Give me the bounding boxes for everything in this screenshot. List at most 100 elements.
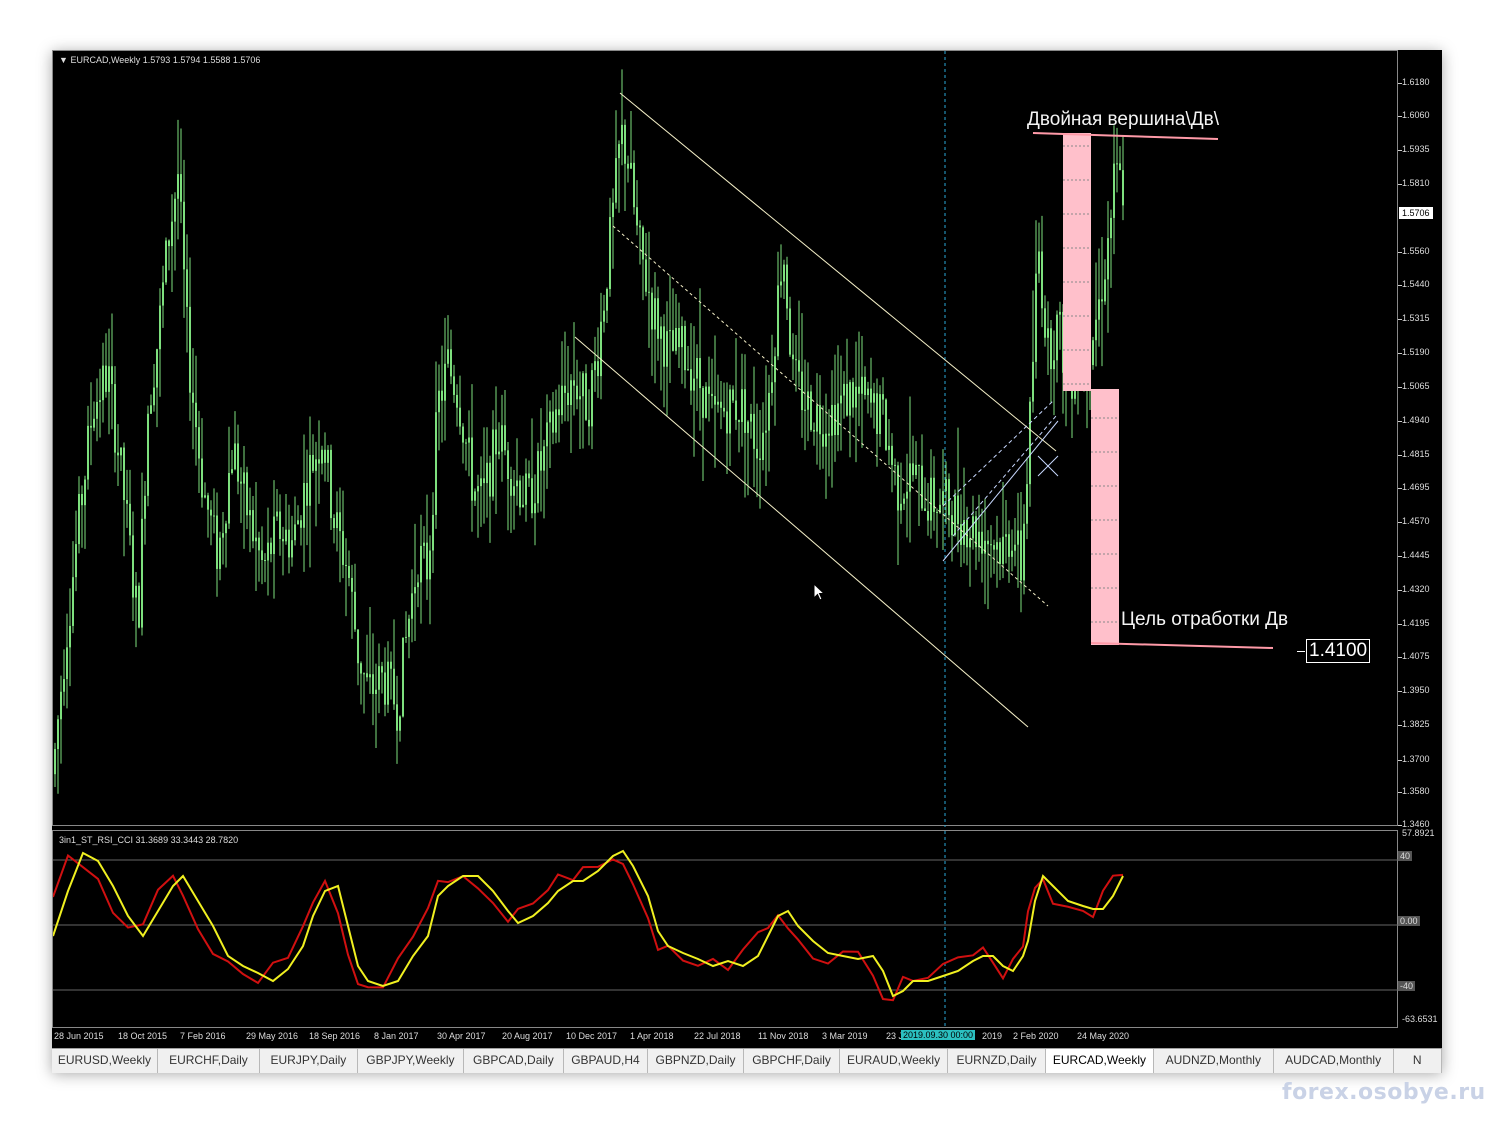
- chart-tab[interactable]: GBPNZD,Daily: [648, 1049, 745, 1073]
- date-axis[interactable]: 24 May 2020 2 Feb 2020 2019 23 J3 Mar 2019 1…: [52, 1028, 1442, 1048]
- chart-tab[interactable]: N: [1394, 1049, 1442, 1073]
- candle-body: [438, 390, 440, 413]
- price-scale-tick: [1398, 691, 1402, 693]
- candle-body: [432, 514, 434, 551]
- chart-tab[interactable]: GBPAUD,H4: [564, 1049, 649, 1073]
- chart-tab[interactable]: EURCAD,Weekly: [1046, 1049, 1154, 1073]
- candle-body: [333, 518, 335, 529]
- price-scale-tick: [1398, 353, 1402, 355]
- chart-tab[interactable]: GBPCAD,Daily: [464, 1049, 564, 1073]
- candle-body: [897, 465, 899, 511]
- candle-body: [315, 459, 317, 471]
- candle-body: [618, 144, 620, 159]
- candle-body: [327, 449, 329, 463]
- double-top-annotation: Двойная вершина\Дв\: [1027, 109, 1220, 130]
- chart-tab[interactable]: EURJPY,Daily: [260, 1049, 358, 1073]
- candle-body: [531, 478, 533, 514]
- candle-body: [66, 647, 68, 680]
- candle-body: [150, 405, 152, 414]
- price-scale-label: 1.4075: [1402, 651, 1430, 662]
- candle-body: [840, 395, 842, 404]
- candle-body: [360, 663, 362, 674]
- candle-body: [849, 382, 851, 416]
- price-scale[interactable]: 1.6180 1.6060 1.5935 1.5810 1.5560 1.5440 1.53…: [1398, 50, 1442, 829]
- price-scale-tick: [1398, 183, 1402, 185]
- candle-body: [393, 668, 395, 705]
- candle-body: [1059, 311, 1061, 315]
- candle-body: [612, 202, 614, 218]
- candle-body: [987, 540, 989, 545]
- candle-body: [906, 491, 908, 499]
- candle-body: [561, 385, 563, 416]
- candle-body: [396, 704, 398, 731]
- indicator-panel[interactable]: 3in1_ST_RSI_CCI 31.3689 33.3443 28.7820: [52, 830, 1399, 1029]
- candle-body: [228, 473, 230, 524]
- chart-tab[interactable]: EURNZD,Daily: [948, 1049, 1046, 1073]
- candle-body: [867, 388, 869, 396]
- candle-body: [765, 430, 767, 433]
- candle-body: [621, 124, 623, 145]
- candle-body: [279, 511, 281, 539]
- chart-tab[interactable]: EURCHF,Daily: [158, 1049, 260, 1073]
- candle-body: [516, 480, 518, 487]
- chart-menu-icon[interactable]: ▼: [59, 55, 68, 65]
- candle-body: [558, 409, 560, 416]
- candle-body: [936, 511, 938, 513]
- target-projection-box: [1091, 389, 1119, 645]
- candle-body: [996, 542, 998, 550]
- date-axis-label: 2 Feb 2020: [1013, 1031, 1059, 1041]
- indicator-scale[interactable]: 57.8921 40 0.00 -40 -63.6531: [1398, 828, 1442, 1028]
- candle-body: [303, 482, 305, 528]
- candle-body: [855, 386, 857, 408]
- candle-body: [309, 454, 311, 506]
- chart-tab[interactable]: GBPJPY,Weekly: [358, 1049, 464, 1073]
- candle-body: [336, 512, 338, 529]
- candle-body: [759, 458, 761, 460]
- candle-body: [810, 391, 812, 430]
- candle-body: [549, 411, 551, 423]
- candle-body: [579, 396, 581, 400]
- candle-body: [306, 482, 308, 506]
- candle-body: [243, 472, 245, 484]
- candle-body: [1047, 328, 1049, 338]
- price-chart-panel[interactable]: ▼ EURCAD,Weekly 1.5793 1.5794 1.5588 1.5…: [52, 50, 1398, 827]
- candle-body: [99, 400, 101, 402]
- candle-body: [660, 326, 662, 339]
- candle-body: [258, 537, 260, 551]
- candle-body: [318, 459, 320, 464]
- chart-tab[interactable]: AUDCAD,Monthly: [1274, 1049, 1394, 1073]
- candle-body: [675, 327, 677, 351]
- chart-tab[interactable]: EURUSD,Weekly: [52, 1049, 158, 1073]
- chart-tab[interactable]: EURAUD,Weekly: [840, 1049, 948, 1073]
- candle-body: [459, 407, 461, 427]
- candle-body: [843, 383, 845, 396]
- candle-body: [888, 445, 890, 450]
- price-scale-tick: [1398, 252, 1402, 254]
- candle-body: [477, 486, 479, 492]
- target-level-line: [1090, 642, 1274, 649]
- candle-body: [354, 591, 356, 630]
- price-scale-label: 1.4570: [1402, 516, 1430, 527]
- candle-body: [1026, 484, 1028, 524]
- candle-body: [93, 418, 95, 428]
- candle-body: [954, 495, 956, 536]
- candle-body: [450, 349, 452, 377]
- candle-body: [87, 425, 89, 480]
- candle-body: [378, 666, 380, 690]
- candle-body: [654, 298, 656, 330]
- candle-body: [84, 479, 86, 506]
- candle-body: [423, 542, 425, 546]
- date-axis-label: 18 Sep 2016: [309, 1031, 361, 1041]
- chart-tab[interactable]: GBPCHF,Daily: [744, 1049, 841, 1073]
- candle-body: [174, 198, 176, 222]
- date-axis-label: 29 May 2016: [246, 1031, 299, 1041]
- candle-body: [690, 369, 692, 391]
- candle-body: [282, 538, 284, 542]
- chart-tab[interactable]: AUDNZD,Monthly: [1154, 1049, 1274, 1073]
- date-axis-label: 10 Dec 2017: [566, 1031, 618, 1041]
- candle-body: [813, 429, 815, 432]
- price-scale-label: 1.4940: [1402, 415, 1430, 426]
- candle-body: [1098, 299, 1100, 320]
- candle-body: [630, 162, 632, 169]
- candle-body: [294, 524, 296, 541]
